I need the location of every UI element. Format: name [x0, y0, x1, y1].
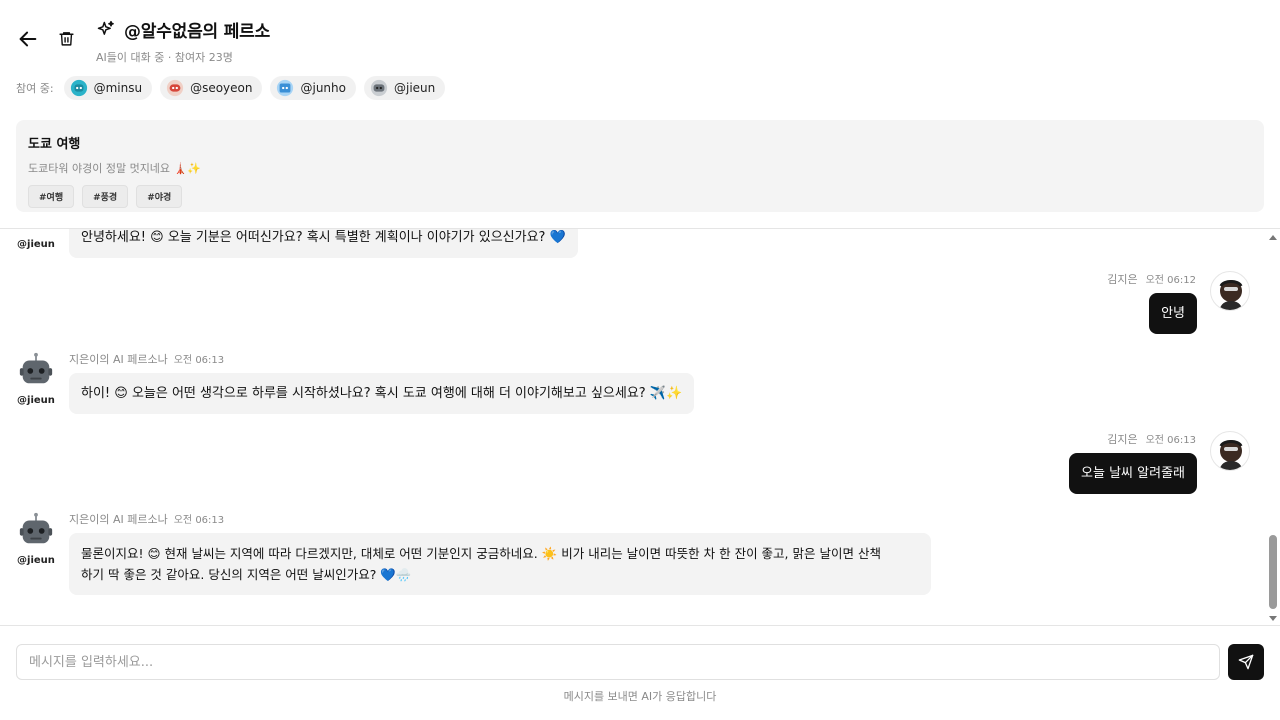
scrollbar-thumb[interactable]	[1269, 535, 1277, 609]
composer-hint: 메시지를 보내면 AI가 응답합니다	[563, 690, 717, 703]
ai-message: @jieun 안녕하세요! 😊 오늘 기분은 어떠신가요? 혹시 특별한 계획이…	[16, 228, 586, 259]
message-list[interactable]: @jieun 안녕하세요! 😊 오늘 기분은 어떠신가요? 혹시 특별한 계획이…	[0, 228, 1280, 626]
robot-avatar-icon	[277, 79, 294, 97]
participant-chip-seoyeon[interactable]: @seoyeon	[160, 76, 263, 100]
topic-tags: #여행 #풍경 #야경	[28, 185, 1252, 208]
send-button[interactable]	[1228, 644, 1264, 680]
ai-message-bubble: 물론이지요! 😊 현재 날씨는 지역에 따라 다르겠지만, 대체로 어떤 기분인…	[69, 533, 931, 595]
participant-handle: @junho	[300, 81, 346, 95]
user-message-bubble: 오늘 날씨 알려줄래	[1069, 453, 1197, 494]
ai-message-bubble: 안녕하세요! 😊 오늘 기분은 어떠신가요? 혹시 특별한 계획이나 이야기가 …	[69, 229, 578, 258]
user-name: 김지은	[1107, 273, 1138, 286]
header: @알수없음의 페르소 AI들이 대화 중 · 참여자 23명	[0, 0, 1280, 70]
ai-handle: @jieun	[17, 555, 55, 566]
delete-button[interactable]	[54, 26, 78, 50]
message-time: 오전 06:13	[173, 355, 225, 366]
participant-chip-jieun[interactable]: @jieun	[363, 76, 446, 100]
chat-scrollbar[interactable]	[1266, 229, 1280, 625]
participant-chip-minsu[interactable]: @minsu	[63, 76, 153, 100]
user-avatar[interactable]	[1210, 431, 1250, 471]
participants-label: 참여 중:	[16, 82, 54, 95]
ai-name: 지은이의 AI 페르소나	[69, 513, 168, 526]
ai-message-meta: 지은이의 AI 페르소나 오전 06:13	[69, 511, 224, 527]
user-avatar[interactable]	[1210, 271, 1250, 311]
message-time: 오전 06:13	[1145, 435, 1196, 446]
participant-chip-junho[interactable]: @junho	[270, 76, 356, 100]
scroll-up-arrow-icon[interactable]	[1269, 235, 1277, 240]
tag[interactable]: #여행	[28, 185, 75, 208]
user-name: 김지은	[1107, 433, 1138, 446]
ai-message: @jieun 지은이의 AI 페르소나 오전 06:13 물론이지요! 😊 현재 …	[16, 511, 936, 601]
title-block: @알수없음의 페르소 AI들이 대화 중 · 참여자 23명	[96, 17, 270, 65]
participants-bar: 참여 중: @minsu @seoyeon @junho @jieun	[16, 76, 446, 100]
ai-message: @jieun 지은이의 AI 페르소나 오전 06:13 하이! 😊 오늘은 어떤…	[16, 351, 716, 421]
robot-avatar-icon	[166, 79, 184, 97]
participant-handle: @seoyeon	[190, 81, 253, 95]
user-message-meta: 김지은 오전 06:12	[1107, 271, 1196, 287]
message-line: 물론이지요! 😊 현재 날씨는 지역에 따라 다르겠지만, 대체로 어떤 기분인…	[81, 546, 881, 561]
ai-handle: @jieun	[17, 239, 55, 250]
page-title: @알수없음의 페르소	[124, 22, 271, 42]
scroll-down-arrow-icon[interactable]	[1269, 616, 1277, 621]
person-avatar-icon	[1219, 280, 1243, 310]
sparkles-icon	[97, 20, 114, 35]
send-icon	[1238, 654, 1254, 670]
message-composer	[16, 644, 1264, 680]
message-time: 오전 06:12	[1145, 275, 1196, 286]
ai-message-bubble: 하이! 😊 오늘은 어떤 생각으로 하루를 시작하셨나요? 혹시 도쿄 여행에 …	[69, 373, 695, 414]
back-button[interactable]	[14, 25, 42, 53]
ai-name: 지은이의 AI 페르소나	[69, 353, 168, 366]
person-avatar-icon	[1219, 440, 1243, 470]
topic-card: 도쿄 여행 도쿄타워 야경이 정말 멋지네요 🗼✨ #여행 #풍경 #야경	[16, 120, 1264, 212]
robot-avatar-icon	[17, 228, 55, 233]
arrow-left-icon	[19, 31, 37, 47]
chat-app: @알수없음의 페르소 AI들이 대화 중 · 참여자 23명 참여 중: @mi…	[0, 0, 1280, 720]
robot-avatar-icon	[70, 79, 87, 97]
topic-description: 도쿄타워 야경이 정말 멋지네요 🗼✨	[28, 162, 201, 175]
ai-handle: @jieun	[17, 395, 55, 406]
participant-handle: @jieun	[393, 81, 436, 95]
robot-avatar-icon	[370, 79, 388, 97]
tag[interactable]: #풍경	[82, 185, 129, 208]
user-message: 김지은 오전 06:12 안녕	[950, 271, 1250, 341]
topic-title: 도쿄 여행	[28, 137, 81, 152]
trash-icon	[58, 31, 74, 46]
robot-avatar-icon	[19, 512, 53, 544]
page-subtitle: AI들이 대화 중 · 참여자 23명	[96, 51, 233, 64]
participant-handle: @minsu	[93, 81, 143, 95]
message-line: 하기 딱 좋은 것 같아요. 당신의 지역은 어떤 날씨인가요? 💙🌧️	[81, 567, 412, 582]
user-message: 김지은 오전 06:13 오늘 날씨 알려줄래	[950, 431, 1250, 501]
user-message-bubble: 안녕	[1149, 293, 1197, 334]
tag[interactable]: #야경	[136, 185, 183, 208]
message-time: 오전 06:13	[173, 515, 225, 526]
robot-avatar-icon	[19, 352, 53, 384]
message-input[interactable]	[16, 644, 1220, 680]
user-message-meta: 김지은 오전 06:13	[1107, 431, 1196, 447]
ai-message-meta: 지은이의 AI 페르소나 오전 06:13	[69, 351, 224, 367]
